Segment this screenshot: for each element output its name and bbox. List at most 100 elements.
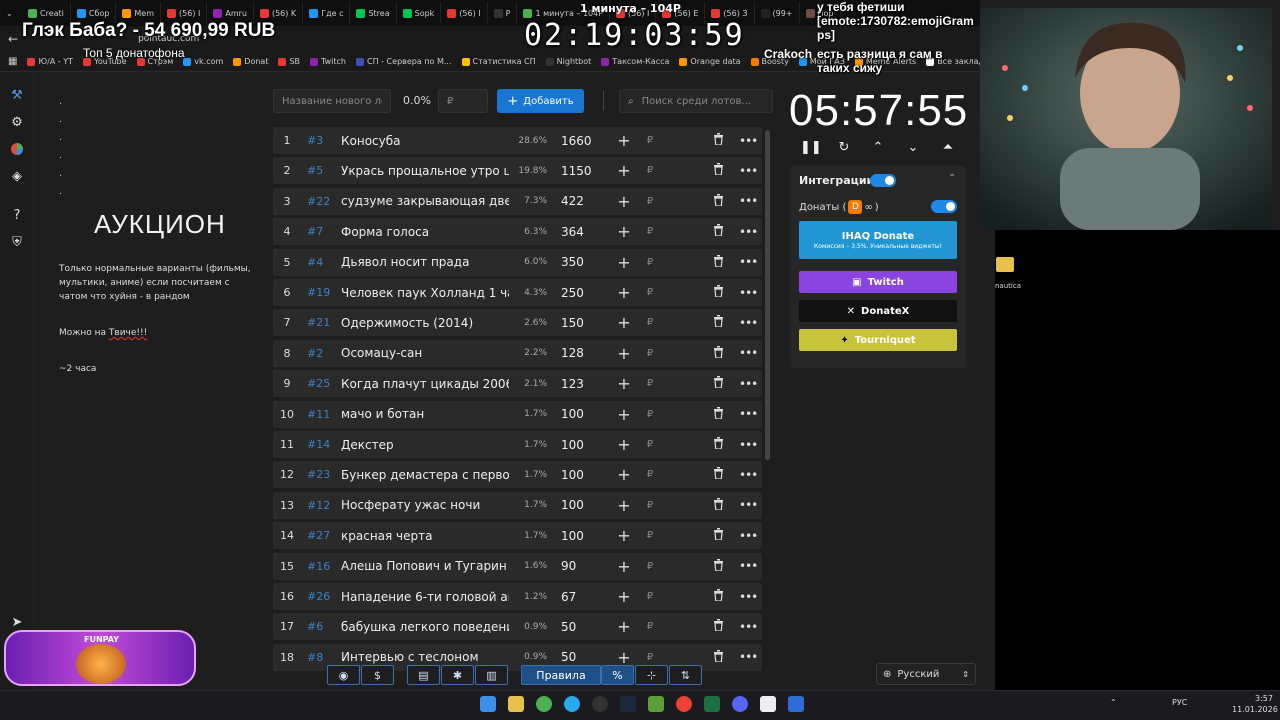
integrations-toggle[interactable] — [870, 174, 896, 187]
lot-name[interactable]: Человек паук Холланд 1 часть — [341, 286, 509, 300]
windows-start-icon[interactable] — [480, 696, 496, 712]
trash-icon[interactable] — [711, 133, 725, 148]
app-icon[interactable] — [788, 696, 804, 712]
ruble-input-icon[interactable]: ₽ — [637, 500, 663, 511]
trash-icon[interactable] — [711, 649, 725, 665]
ruble-input-icon[interactable]: ₽ — [637, 409, 663, 420]
more-options-icon[interactable]: ••• — [739, 650, 758, 664]
percent-button[interactable]: % — [601, 665, 634, 685]
more-options-icon[interactable]: ••• — [739, 194, 758, 208]
add-amount-icon[interactable]: + — [611, 496, 637, 515]
search-input[interactable]: ⌕ Поиск среди лотов... — [619, 89, 773, 113]
twitch-button[interactable]: ▣ Twitch — [799, 271, 957, 293]
lot-row[interactable]: 4 #7 Форма голоса 6.3% 364 + ₽ ••• — [273, 218, 762, 246]
add-amount-icon[interactable]: + — [611, 222, 637, 241]
split-button[interactable]: ⊹ — [635, 665, 668, 685]
reset-icon[interactable]: ↻ — [834, 140, 854, 158]
capcut-icon[interactable] — [760, 696, 776, 712]
discord-icon[interactable] — [732, 696, 748, 712]
lot-name[interactable]: Декстер — [341, 438, 509, 452]
bookmark[interactable]: СП - Сервера по М... — [355, 57, 452, 66]
hammer-icon[interactable]: ⚒ — [9, 88, 25, 104]
trash-icon[interactable] — [711, 437, 725, 452]
more-options-icon[interactable]: ••• — [739, 316, 758, 330]
sort-button[interactable]: ⇅ — [669, 665, 702, 685]
bookmark[interactable]: Ю/А - YT — [27, 57, 73, 66]
lot-row[interactable]: 15 #16 Алеша Попович и Тугарин змей 1.6% 90 +… — [273, 552, 762, 580]
add-amount-icon[interactable]: + — [611, 344, 637, 363]
ruble-input-icon[interactable]: ₽ — [637, 378, 663, 389]
lot-row[interactable]: 9 #25 Когда плачут цикады 2006 м 2.1% 123 + ₽ •… — [273, 370, 762, 398]
lot-name[interactable]: Дьявол носит прада — [341, 255, 509, 269]
history-button[interactable]: ▤ — [407, 665, 440, 685]
help-icon[interactable]: ? — [9, 208, 25, 224]
ruble-input-icon[interactable]: ₽ — [637, 530, 663, 541]
trash-icon[interactable] — [711, 163, 725, 178]
minecraft-icon[interactable] — [648, 696, 664, 712]
trash-icon[interactable] — [711, 528, 725, 543]
tray-time[interactable]: 3:57 — [1255, 694, 1273, 703]
add-amount-icon[interactable]: + — [611, 192, 637, 211]
twitch-note-link[interactable]: Твиче!!! — [109, 328, 147, 338]
trash-icon[interactable] — [711, 224, 725, 239]
lot-name[interactable]: Алеша Попович и Тугарин змей — [341, 559, 509, 573]
add-amount-icon[interactable]: + — [611, 526, 637, 545]
bookmark[interactable]: SB — [278, 57, 300, 66]
tray-lang[interactable]: РУС — [1172, 698, 1187, 707]
trash-icon[interactable] — [711, 193, 725, 209]
lot-row[interactable]: 11 #14 Декстер 1.7% 100 + ₽ ••• — [273, 431, 762, 458]
lot-name[interactable]: Носферату ужас ночи — [341, 498, 509, 512]
lot-name[interactable]: Интервью с теслоном — [341, 650, 509, 664]
bookmark[interactable]: Twitch — [310, 57, 346, 66]
lot-row[interactable]: 8 #2 Осомацу-сан 2.2% 128 + ₽ ••• — [273, 339, 762, 367]
add-amount-icon[interactable]: + — [611, 557, 637, 576]
chrome-icon[interactable] — [536, 696, 552, 712]
obs-icon[interactable] — [592, 696, 608, 712]
trash-icon[interactable] — [711, 285, 725, 300]
folder-icon[interactable] — [996, 257, 1014, 272]
ruble-input-icon[interactable]: ₽ — [637, 652, 663, 663]
ruble-input-icon[interactable]: ₽ — [637, 439, 663, 450]
pause-icon[interactable]: ❚❚ — [800, 140, 822, 158]
new-lot-input[interactable]: Название нового лота — [273, 89, 391, 113]
bookmark[interactable]: Статистика СП — [461, 57, 536, 66]
browser-tab[interactable]: (56) I — [441, 2, 488, 24]
browser-tab[interactable]: (99+ — [755, 2, 800, 24]
add-amount-icon[interactable]: + — [611, 465, 637, 484]
pie-chart-icon[interactable] — [9, 142, 25, 158]
lot-name[interactable]: Коносуба — [341, 134, 509, 148]
layers-icon[interactable]: ◈ — [9, 169, 25, 185]
lot-row[interactable]: 6 #19 Человек паук Холланд 1 часть 4.3% 250 +… — [273, 279, 762, 306]
donate-button[interactable]: $ — [361, 665, 394, 685]
telegram-taskbar-icon[interactable] — [564, 696, 580, 712]
ruble-input-icon[interactable]: ₽ — [637, 135, 663, 146]
apps-grid-icon[interactable]: ▦ — [8, 56, 17, 67]
lot-name[interactable]: Когда плачут цикады 2006 м — [341, 377, 509, 391]
back-icon[interactable]: ← — [8, 32, 18, 46]
tourniquet-button[interactable]: ✦ Tourniquet — [799, 329, 957, 351]
ruble-input-icon[interactable]: ₽ — [637, 257, 663, 268]
tray-date[interactable]: 11.01.2026 — [1232, 705, 1278, 714]
trash-icon[interactable] — [711, 376, 725, 391]
lot-row[interactable]: 3 #22 судзуме закрывающая двери 7.3% 422 + ₽ ••… — [273, 187, 762, 215]
ruble-input-icon[interactable]: ₽ — [637, 165, 663, 176]
more-options-icon[interactable]: ••• — [739, 377, 758, 391]
browser-tab[interactable]: Sopk — [397, 2, 442, 24]
lot-row[interactable]: 5 #4 Дьявол носит прада 6.0% 350 + ₽ ••• — [273, 248, 762, 276]
add-amount-icon[interactable]: + — [611, 617, 637, 636]
add-amount-icon[interactable]: + — [611, 131, 637, 150]
ruble-input-icon[interactable]: ₽ — [637, 469, 663, 480]
trash-icon[interactable] — [711, 406, 725, 422]
lot-name[interactable]: Форма голоса — [341, 225, 509, 239]
lot-name[interactable]: красная черта — [341, 529, 509, 543]
lot-row[interactable]: 12 #23 Бункер демастера с первой серии 1.7%… — [273, 461, 762, 489]
browser-tab[interactable]: P — [488, 2, 518, 24]
lot-name[interactable]: мачо и ботан — [341, 407, 509, 421]
rules-button[interactable]: Правила — [521, 665, 601, 685]
chevron-up-icon[interactable]: ⌃ — [868, 140, 888, 158]
add-amount-icon[interactable]: + — [611, 283, 637, 302]
shield-icon[interactable]: ⛨ — [9, 235, 25, 251]
bookmark[interactable]: Donat — [233, 57, 268, 66]
lot-row[interactable]: 14 #27 красная черта 1.7% 100 + ₽ ••• — [273, 522, 762, 550]
ruble-input-icon[interactable]: ₽ — [637, 196, 663, 207]
